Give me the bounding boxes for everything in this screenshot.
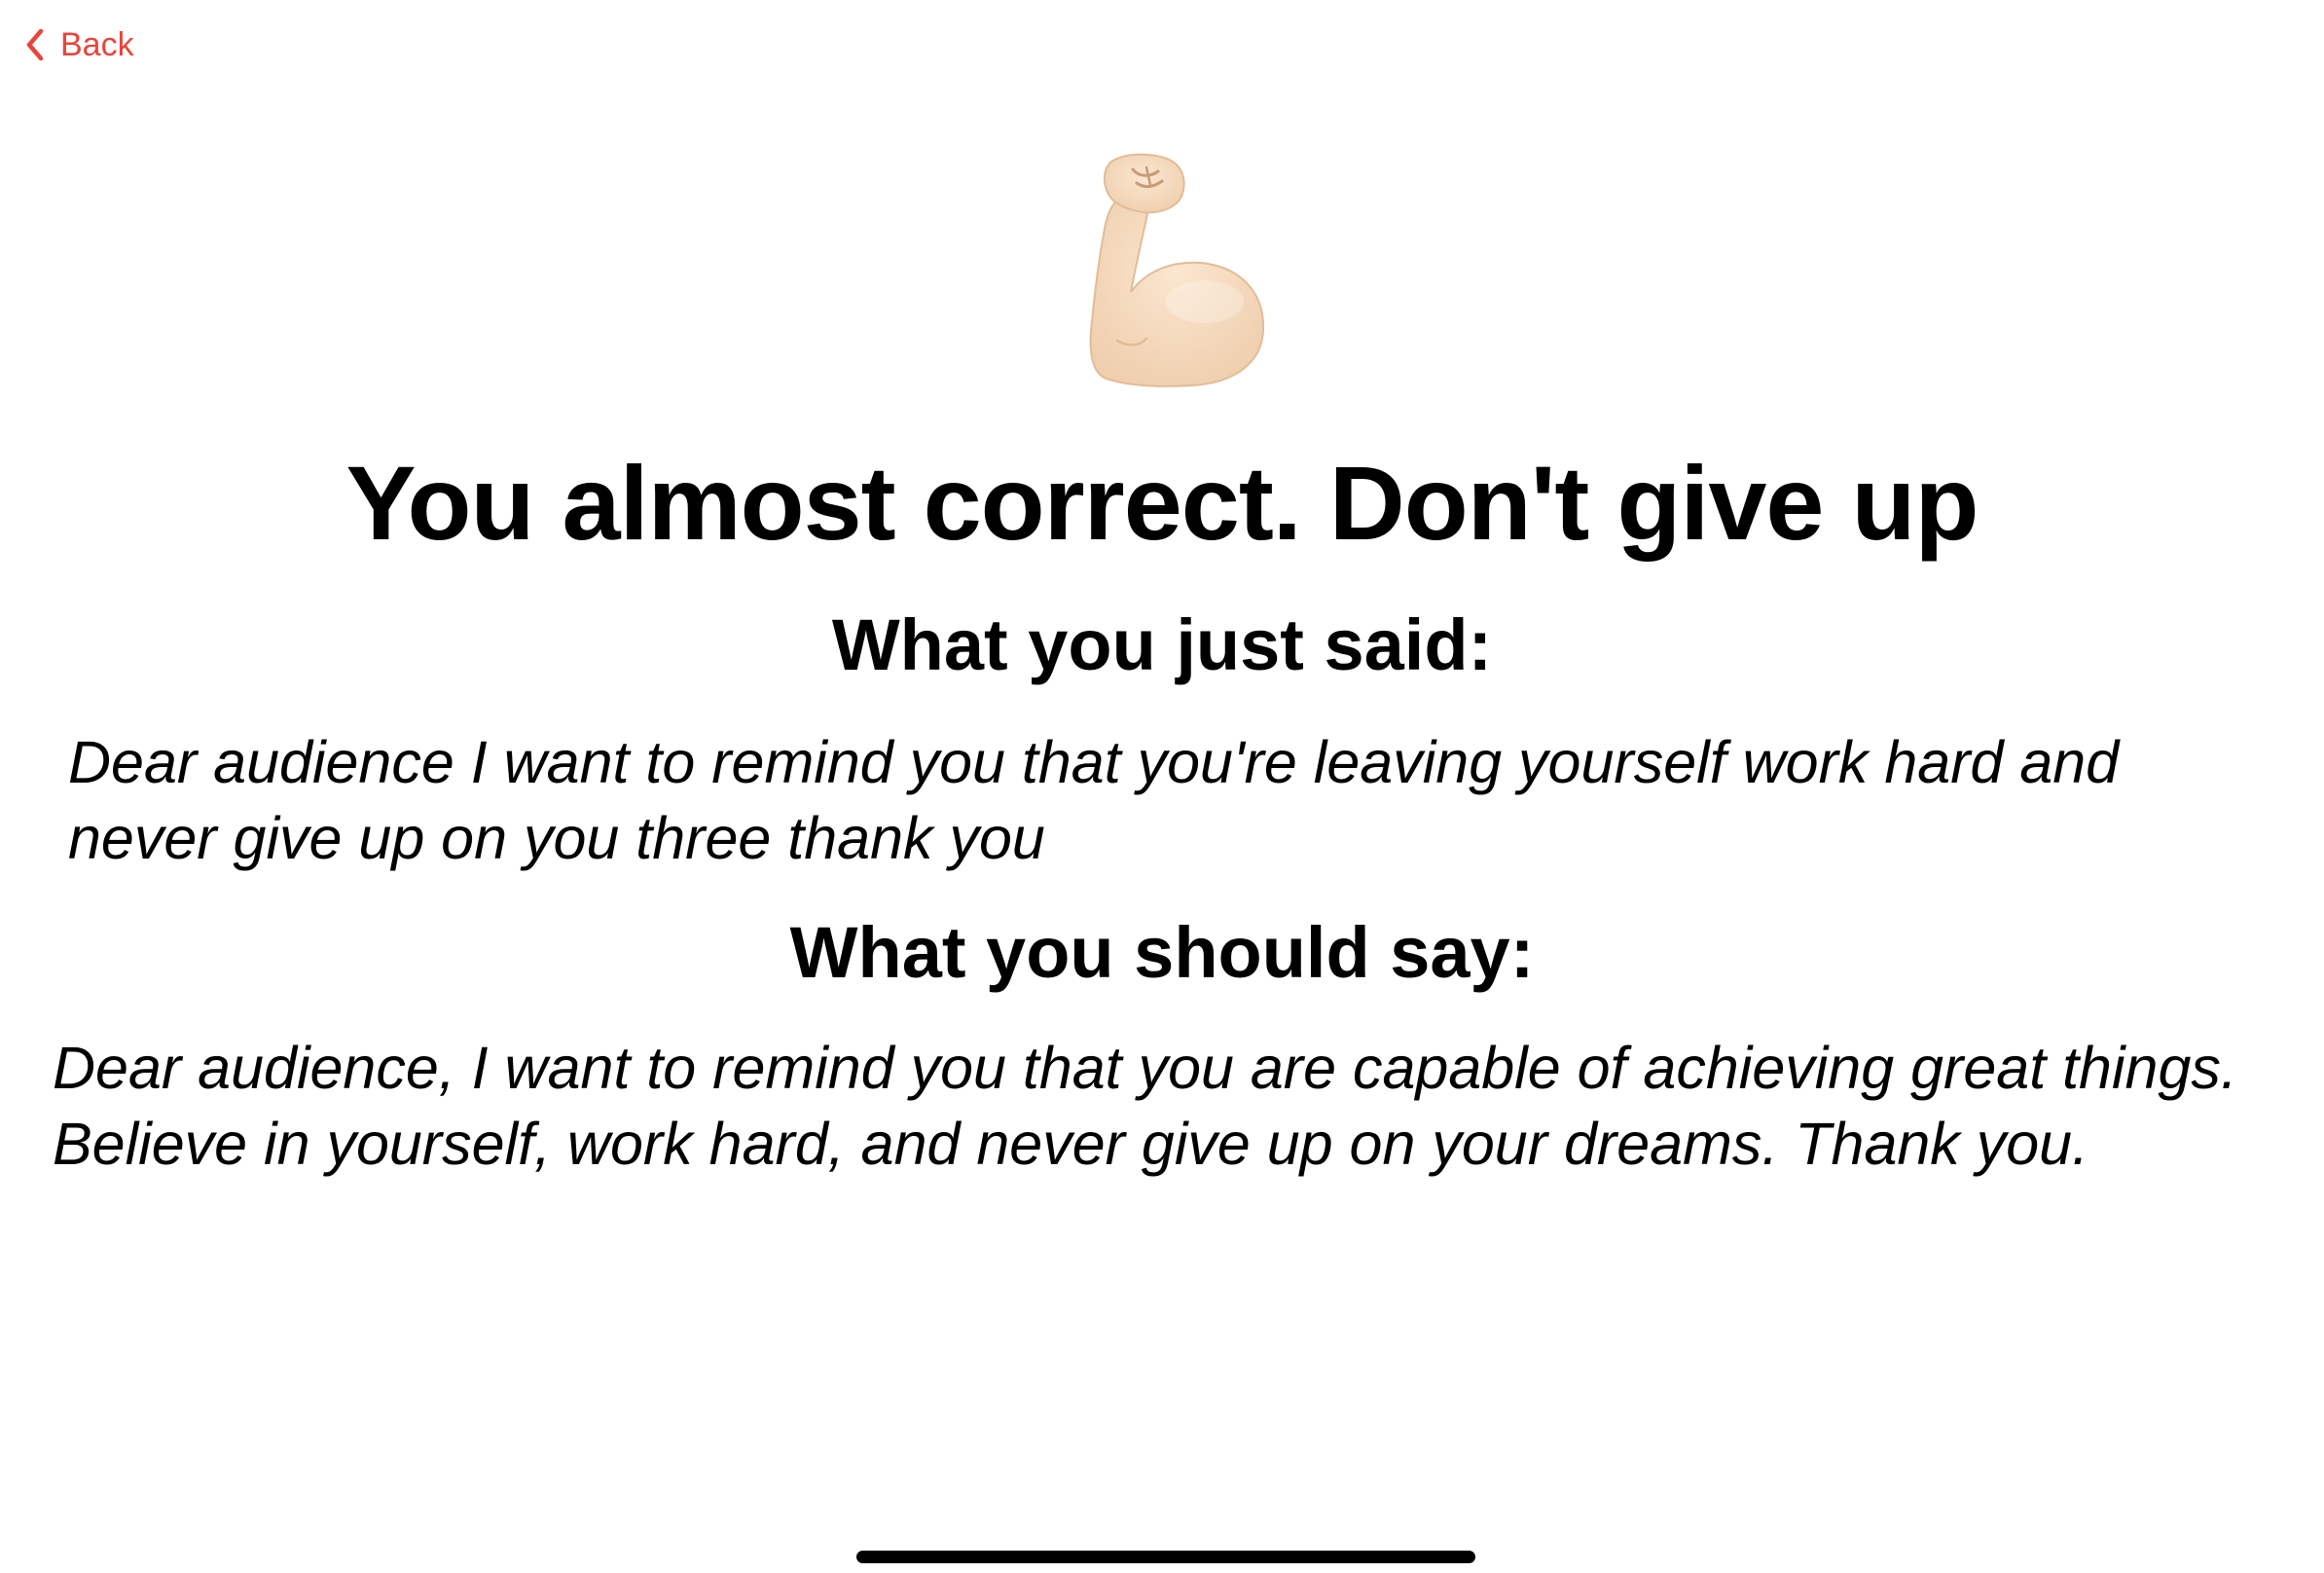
said-heading: What you just said: [831,604,1493,685]
flexed-biceps-icon [1049,146,1292,389]
back-button[interactable]: Back [23,21,134,68]
home-indicator[interactable] [856,1551,1475,1563]
should-heading: What you should say: [789,912,1535,993]
back-label: Back [60,26,134,63]
expected-speech: Dear audience, I want to remind you that… [53,1035,2237,1177]
said-transcript: Dear audience I want to remind you that … [68,729,2120,871]
chevron-left-icon [23,27,47,62]
result-title: You almost correct. Don't give up [345,444,1979,562]
